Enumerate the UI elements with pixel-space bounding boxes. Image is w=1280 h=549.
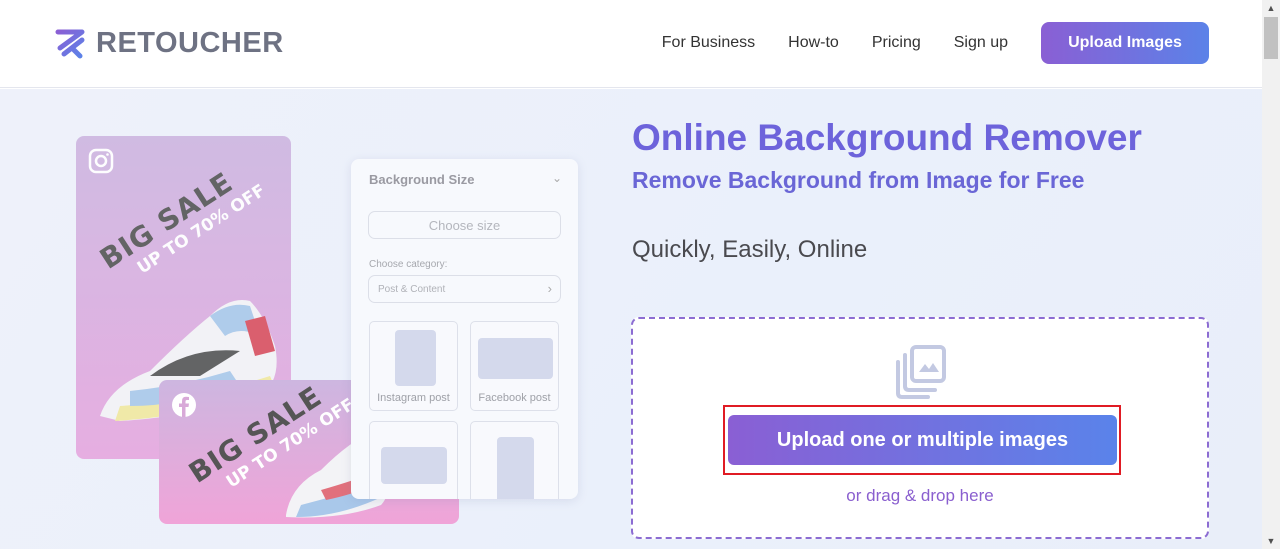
tile-preview (497, 437, 534, 499)
tile-label: Instagram post (377, 392, 450, 404)
scroll-up-arrow-icon[interactable]: ▲ (1262, 0, 1280, 16)
brand-name: RETOUCHER (96, 26, 284, 59)
panel-title: Background Size (369, 172, 475, 187)
page-title: Online Background Remover (632, 117, 1142, 158)
category-label: Choose category: (369, 259, 448, 270)
nav-how-to[interactable]: How-to (788, 34, 839, 52)
instagram-icon (88, 148, 114, 174)
tile-preview (381, 447, 447, 484)
size-tile-facebook: Facebook post (470, 321, 559, 411)
chevron-right-icon: › (547, 281, 552, 296)
tile-preview (478, 338, 553, 379)
tile-preview (395, 330, 436, 386)
chevron-down-icon: ⌄ (551, 171, 562, 185)
image-gallery-icon (896, 345, 946, 399)
drag-drop-hint: or drag & drop here (846, 486, 994, 505)
scrollbar-thumb[interactable] (1264, 17, 1278, 59)
hero-section: BIG SALE UP TO 70% OFF BIG SALE UP TO 70… (0, 89, 1262, 549)
nav-sign-up[interactable]: Sign up (954, 34, 1008, 52)
logo[interactable]: RETOUCHER (54, 26, 284, 60)
page-subtitle: Remove Background from Image for Free (632, 167, 1085, 193)
nav-for-business[interactable]: For Business (662, 34, 755, 52)
site-header: RETOUCHER For Business How-to Pricing Si… (0, 0, 1262, 88)
background-size-panel: Background Size ⌄ Choose size Choose cat… (351, 159, 578, 499)
size-tile-instagram: Instagram post (369, 321, 458, 411)
upload-images-button[interactable]: Upload Images (1041, 22, 1209, 64)
scroll-down-arrow-icon[interactable]: ▼ (1262, 533, 1280, 549)
category-select: Post & Content › (368, 275, 561, 303)
sale-text: BIG SALE UP TO 70% OFF (94, 153, 269, 292)
tagline: Quickly, Easily, Online (632, 236, 868, 263)
category-value: Post & Content (378, 283, 446, 295)
upload-dropzone[interactable]: Upload one or multiple images or drag & … (631, 317, 1209, 539)
upload-multiple-images-button[interactable]: Upload one or multiple images (728, 415, 1117, 465)
nav-pricing[interactable]: Pricing (872, 34, 921, 52)
size-tile (470, 421, 559, 499)
vertical-scrollbar[interactable]: ▲ ▼ (1262, 0, 1280, 549)
choose-size-field: Choose size (368, 211, 561, 239)
main-nav: For Business How-to Pricing Sign up (662, 34, 1008, 52)
tile-label: Facebook post (478, 392, 551, 404)
retoucher-logo-icon (55, 29, 85, 59)
facebook-icon (172, 393, 196, 417)
size-tile (369, 421, 458, 499)
